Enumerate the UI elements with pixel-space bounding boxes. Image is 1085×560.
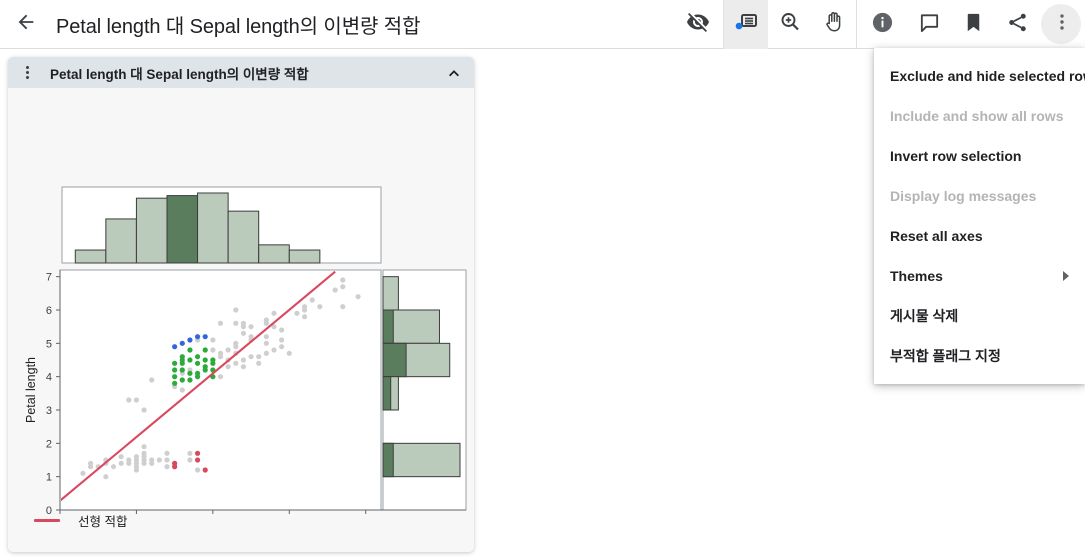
menu-item-exclude-hide-rows[interactable]: Exclude and hide selected rows [874,56,1085,96]
menu-item-label: Reset all axes [890,228,983,244]
toolbar-actions [673,0,1085,49]
menu-item-invert-selection[interactable]: Invert row selection [874,136,1085,176]
chart-card: Petal length 대 Sepal length의 이변량 적합 0123… [8,57,474,552]
comment-icon [918,11,941,39]
hide-icon [686,10,710,39]
menu-item-display-log: Display log messages [874,176,1085,216]
menu-item-label: Themes [890,268,943,284]
chart-card-body: 0123456745678Sepal lengthPetal length 선형… [8,88,474,552]
menu-item-reset-axes[interactable]: Reset all axes [874,216,1085,256]
chart-legend: 선형 적합 [34,511,127,530]
svg-text:1: 1 [46,472,52,484]
arrow-left-icon [15,11,37,38]
svg-text:2: 2 [46,438,52,450]
comment-button[interactable] [907,0,951,49]
info-icon [871,11,894,39]
menu-item-label: Display log messages [890,188,1037,204]
menu-item-label: Invert row selection [890,148,1022,164]
bookmark-icon [962,11,985,39]
app-toolbar: Petal length 대 Sepal length의 이변량 적합 [0,0,1085,49]
menu-item-label: Include and show all rows [890,108,1064,124]
pan-tool-button[interactable] [812,0,856,49]
chevron-right-icon [1063,271,1069,281]
menu-item-label: Exclude and hide selected rows [890,68,1085,84]
hide-button[interactable] [673,0,723,49]
menu-item-include-show-rows: Include and show all rows [874,96,1085,136]
menu-item-themes[interactable]: Themes [874,256,1085,296]
menu-item-label: 부적합 플래그 지정 [890,348,1001,364]
page-title: Petal length 대 Sepal length의 이변량 적합 [56,15,421,38]
bivariate-fit-plot[interactable]: 0123456745678Sepal lengthPetal length [8,88,474,518]
svg-text:6: 6 [46,305,52,317]
share-button[interactable] [995,0,1039,49]
card-more-options-icon[interactable] [16,60,38,86]
svg-text:Petal length: Petal length [24,357,38,423]
svg-text:7: 7 [46,272,52,284]
chart-card-header: Petal length 대 Sepal length의 이변량 적합 [8,57,474,88]
more-icon [1051,11,1073,38]
menu-item-delete-post[interactable]: 게시물 삭제 [874,296,1085,336]
zoom-tool-button[interactable] [768,0,812,49]
legend-label: 선형 적합 [78,515,128,529]
more-options-button[interactable] [1039,0,1085,49]
chevron-up-icon[interactable] [444,63,464,83]
info-button[interactable] [857,0,907,49]
svg-text:4: 4 [46,372,52,384]
select-tool-button[interactable] [724,0,768,49]
chart-card-title: Petal length 대 Sepal length의 이변량 적합 [50,66,309,82]
more-options-menu: Exclude and hide selected rows Include a… [874,48,1085,384]
menu-item-label: 게시물 삭제 [890,308,959,324]
svg-text:5: 5 [46,338,52,350]
back-button[interactable] [2,0,50,48]
bookmark-button[interactable] [951,0,995,49]
zoom-icon [778,10,802,39]
select-icon [733,10,759,39]
share-icon [1006,11,1029,39]
svg-text:3: 3 [46,405,52,417]
menu-item-flag-inappropriate[interactable]: 부적합 플래그 지정 [874,336,1085,376]
pan-icon [822,10,846,39]
legend-color-swatch [34,519,60,522]
